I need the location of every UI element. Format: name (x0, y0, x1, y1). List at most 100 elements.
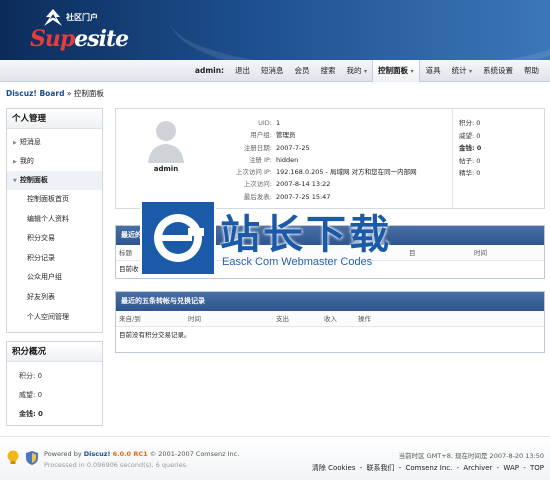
footer-link-contact[interactable]: 联系我们 (366, 464, 394, 472)
footer-link-wap[interactable]: WAP (503, 464, 519, 472)
menu-members[interactable]: 会员 (289, 60, 315, 82)
chevron-down-icon: ▾ (363, 68, 367, 75)
footer-link-sep: - (398, 464, 402, 472)
table-header: 来自/到 时间 支出 收入 操作 (116, 311, 544, 327)
arrow-down-icon: ▼ (13, 178, 17, 184)
header-swoosh (170, 0, 550, 60)
menu-my[interactable]: 我的 ▾ (341, 60, 372, 82)
info-value: 192.168.0.205 - 局域网 对方和您在同一内部网 (276, 168, 417, 177)
menu-messages[interactable]: 短消息 (255, 60, 289, 82)
info-key: UID: (258, 119, 272, 127)
stat-points: 积分: 0 (459, 117, 481, 130)
sidebar-title: 个人管理 (7, 109, 102, 129)
stat-value: 0 (476, 119, 481, 127)
info-row-last-ip: 上次访问 IP: 192.168.0.205 - 局域网 对方和您在同一内部网 (221, 166, 421, 178)
stat-value: 0 (476, 131, 481, 140)
info-value: 2007-7-25 (276, 143, 310, 152)
info-value: 2007-8-14 13:22 (276, 180, 331, 189)
page-footer: Powered by Discuz! 6.0.0 RC1 © 2001-2007… (0, 436, 550, 480)
col-expense: 支出 (276, 315, 289, 323)
footer-link-comsenz[interactable]: Comsenz Inc. (405, 464, 452, 472)
stat-label: 威望: (459, 131, 475, 140)
stat-label: 积分: (459, 119, 475, 127)
stat-label: 帖子: (459, 156, 475, 165)
menu-tools[interactable]: 道具 (420, 60, 446, 82)
stat-value: 0 (476, 144, 482, 152)
chevron-down-icon: ▾ (410, 68, 414, 75)
sidebar-sub-credit-log[interactable]: 积分记录 (7, 249, 102, 269)
arrow-right-icon: ▶ (13, 159, 17, 165)
footer-icons (6, 450, 39, 466)
profile-stats: 积分: 0 威望: 0 金钱: 0 帖子: 0 精华: 0 (459, 117, 481, 180)
stat-label: 金钱: (459, 144, 475, 152)
breadcrumb: Discuz! Board » 控制面板 (6, 88, 104, 99)
sidebar-item-control-panel[interactable]: ▼ 控制面板 (7, 171, 102, 190)
profile-divider (452, 109, 453, 208)
site-header: 社区门户 Supesite (0, 0, 550, 60)
breadcrumb-current: 控制面板 (73, 89, 104, 98)
footer-link-sep: - (496, 464, 500, 472)
footer-link-top[interactable]: TOP (530, 464, 544, 472)
credits-summary-title: 积分概况 (7, 342, 102, 362)
powered-brand[interactable]: Discuz! (84, 450, 111, 458)
col-income: 收入 (324, 315, 337, 323)
sidebar-sub-public-groups[interactable]: 公众用户组 (7, 268, 102, 288)
stat-posts: 帖子: 0 (459, 155, 481, 168)
panel-exchange-records: 最近的五条转帐与兑换记录 来自/到 时间 支出 收入 操作 目前没有积分交易记录… (115, 291, 545, 353)
sidebar-credits-summary: 积分概况 积分: 0 威望: 0 金钱: 0 (6, 341, 103, 426)
supesite-logo-icon (44, 9, 62, 26)
menu-control-panel[interactable]: 控制面板 ▾ (371, 60, 420, 82)
chevron-down-icon: ▾ (468, 68, 472, 75)
footer-links: 清除 Cookies - 联系我们 - Comsenz Inc. - Archi… (310, 463, 544, 473)
info-row-group: 用户组: 管理员 (221, 129, 421, 141)
menu-help[interactable]: 帮助 (518, 60, 544, 82)
menu-stats[interactable]: 统计 ▾ (446, 60, 477, 82)
col-title: 标题 (119, 249, 132, 257)
sidebar-item-label: 控制面板 (19, 176, 48, 184)
logo-brand-sup: Sup (30, 26, 75, 52)
menu-logout[interactable]: 退出 (229, 60, 255, 82)
menu-settings[interactable]: 系统设置 (477, 60, 518, 82)
site-logo[interactable]: 社区门户 Supesite (30, 8, 150, 54)
credit-value: 0 (37, 372, 43, 380)
stat-prestige: 威望: 0 (459, 130, 481, 143)
footer-link-archiver[interactable]: Archiver (463, 464, 492, 472)
sidebar-item-messages[interactable]: ▶ 短消息 (7, 133, 102, 152)
credit-label: 威望: (19, 391, 36, 399)
sidebar-sub-credit-trade[interactable]: 积分交易 (7, 229, 102, 249)
empty-message: 目前没有积分交易记录。 (119, 331, 191, 339)
watermark: 站长下载 Easck Com Webmaster Codes (140, 200, 410, 276)
powered-version: 6.0.0 RC1 (112, 450, 148, 458)
stat-value: 0 (476, 169, 481, 177)
sidebar-sub-space-manage[interactable]: 个人空间管理 (7, 308, 102, 328)
footer-time-info: 当前时区 GMT+8, 现在时间是 2007-8-20 13:50 (398, 452, 544, 460)
menu-search[interactable]: 搜索 (315, 60, 341, 82)
stat-value: 0 (476, 156, 481, 165)
credit-label: 积分: (19, 372, 36, 380)
logo-brand: Supesite (30, 26, 129, 52)
footer-powered-by: Powered by Discuz! 6.0.0 RC1 © 2001-2007… (44, 450, 239, 458)
col-time: 时间 (474, 249, 487, 257)
sidebar-sub-cp-home[interactable]: 控制面板首页 (7, 190, 102, 210)
menu-stats-label: 统计 (451, 66, 467, 75)
breadcrumb-separator: » (66, 89, 72, 98)
sidebar-sub-edit-profile[interactable]: 编辑个人资料 (7, 210, 102, 230)
logo-brand-site: esite (74, 26, 129, 52)
logo-small-text: 社区门户 (66, 13, 98, 22)
sidebar-item-label: 我的 (19, 157, 34, 165)
stat-digest: 精华: 0 (459, 167, 481, 180)
watermark-subtitle: Easck Com Webmaster Codes (222, 256, 373, 268)
info-value: 1 (276, 119, 281, 127)
stat-money: 金钱: 0 (459, 142, 481, 155)
footer-link-clear-cookies[interactable]: 清除 Cookies (312, 464, 356, 472)
breadcrumb-home[interactable]: Discuz! Board (6, 89, 64, 98)
sidebar-item-my[interactable]: ▶ 我的 (7, 152, 102, 171)
user-silhouette-icon[interactable] (146, 117, 186, 163)
copyright: © 2001-2007 Comsenz Inc. (149, 450, 240, 458)
profile-username: admin (153, 165, 179, 173)
sidebar-sub-friends[interactable]: 好友列表 (7, 288, 102, 308)
info-key: 注册日期: (243, 143, 272, 152)
footer-link-sep: - (456, 464, 460, 472)
easck-logo-icon (140, 200, 216, 276)
info-value: 管理员 (276, 131, 296, 140)
